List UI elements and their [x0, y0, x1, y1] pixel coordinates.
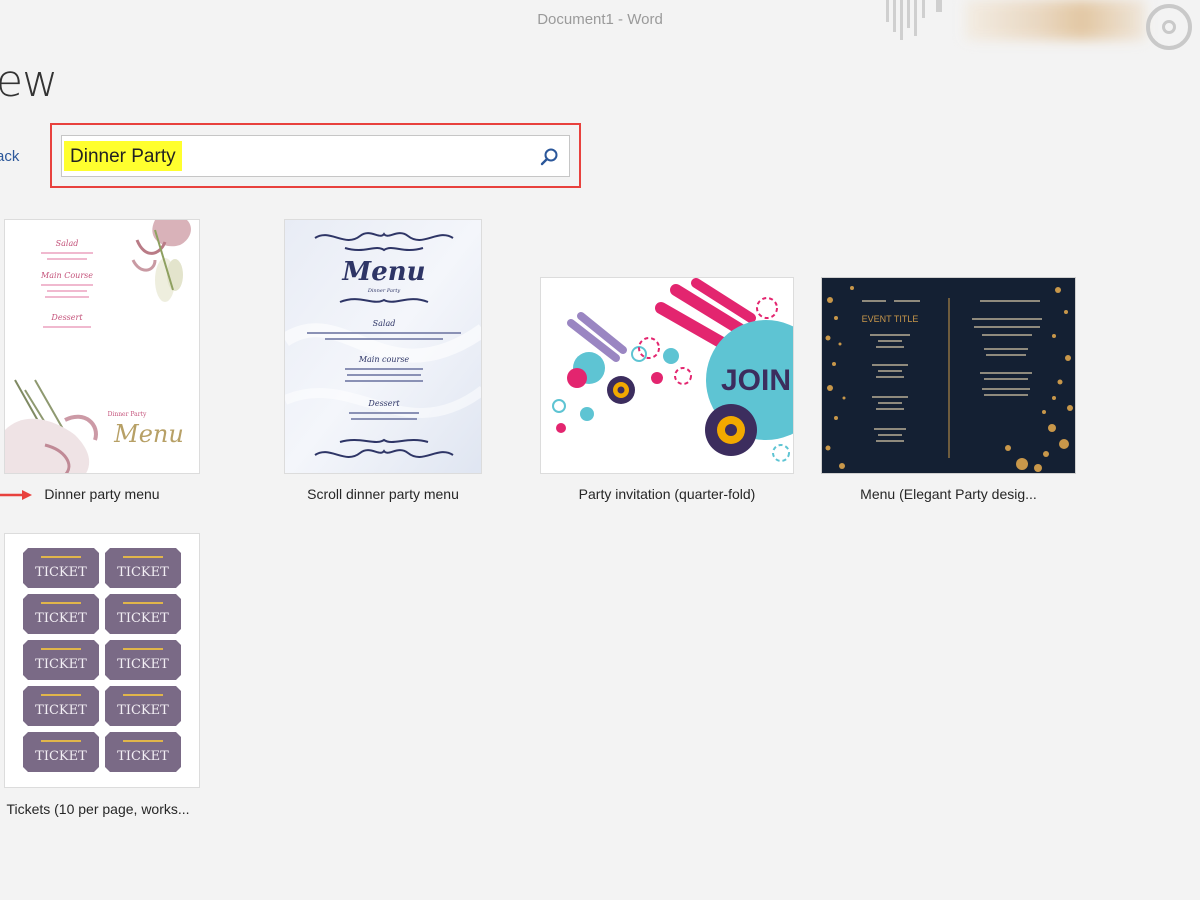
ticket-stub: TICKET [105, 732, 181, 772]
thumb-text-main-course: Main Course [40, 271, 93, 280]
thumb-text-dinner-party: Dinner Party [367, 288, 401, 294]
arrow-right-icon [0, 490, 32, 500]
template-thumbnail[interactable]: EVENT TITLE [821, 277, 1076, 474]
ticket-stub: TICKET [23, 548, 99, 588]
template-label[interactable]: Menu (Elegant Party desig... [821, 486, 1076, 502]
title-bar: Document1 - Word [0, 0, 1200, 50]
svg-text:TICKET: TICKET [117, 657, 169, 672]
scroll-menu-preview-image: Menu Dinner Party Salad Main course Dess… [285, 220, 481, 473]
svg-text:TICKET: TICKET [35, 657, 87, 672]
elegant-menu-preview-image: EVENT TITLE [822, 278, 1075, 473]
ticket-stub: TICKET [23, 732, 99, 772]
svg-text:TICKET: TICKET [117, 703, 169, 718]
thumb-text-dessert: Dessert [50, 313, 83, 322]
ticket-stub: TICKET [105, 686, 181, 726]
search-box[interactable]: Dinner Party [61, 135, 570, 177]
svg-text:TICKET: TICKET [117, 565, 169, 580]
thumb-text-salad: Salad [373, 319, 396, 328]
template-label[interactable]: Tickets (10 per page, works... [0, 801, 196, 817]
svg-text:TICKET: TICKET [35, 611, 87, 626]
thumb-text-main-course: Main course [358, 355, 410, 364]
template-label[interactable]: Scroll dinner party menu [284, 486, 482, 502]
ticket-stub: TICKET [105, 640, 181, 680]
thumb-text-dinner-party: Dinner Party [108, 411, 147, 418]
search-icon[interactable] [538, 145, 562, 169]
thumb-text-menu: Menu [341, 257, 425, 287]
svg-text:TICKET: TICKET [117, 749, 169, 764]
invitation-preview-image: JOIN [541, 278, 793, 473]
decorative-pattern [886, 0, 942, 40]
account-banner [965, 0, 1145, 40]
thumb-text-dessert: Dessert [367, 399, 400, 408]
page-title: ew [0, 56, 58, 107]
svg-text:TICKET: TICKET [35, 565, 87, 580]
thumb-text-menu: Menu [113, 420, 184, 448]
template-label[interactable]: Party invitation (quarter-fold) [540, 486, 794, 502]
tickets-preview-image: TICKET TICKET TICKET TICKET TICKET TICKET TICK… [23, 548, 181, 772]
search-input[interactable]: Dinner Party [70, 146, 176, 168]
ticket-stub: TICKET [23, 640, 99, 680]
ticket-stub: TICKET [23, 686, 99, 726]
template-thumbnail[interactable]: TICKET TICKET TICKET TICKET TICKET TICKET TICK… [4, 533, 200, 788]
svg-text:TICKET: TICKET [35, 749, 87, 764]
back-link[interactable]: ack [0, 148, 19, 165]
account-avatar[interactable] [1146, 4, 1192, 50]
thumb-text-salad: Salad [56, 239, 79, 248]
ticket-stub: TICKET [105, 548, 181, 588]
ticket-stub: TICKET [23, 594, 99, 634]
template-thumbnail[interactable]: Menu Dinner Party Salad Main course Dess… [284, 219, 482, 474]
thumb-text-join: JOIN [721, 364, 791, 397]
template-thumbnail[interactable]: JOIN [540, 277, 794, 474]
svg-text:TICKET: TICKET [35, 703, 87, 718]
template-thumbnail[interactable]: Salad Main Course Dessert Dinner Party M… [4, 219, 200, 474]
thumb-text-event-title: EVENT TITLE [862, 314, 919, 324]
ticket-stub: TICKET [105, 594, 181, 634]
menu-preview-image: Salad Main Course Dessert Dinner Party M… [5, 220, 199, 473]
svg-text:TICKET: TICKET [117, 611, 169, 626]
